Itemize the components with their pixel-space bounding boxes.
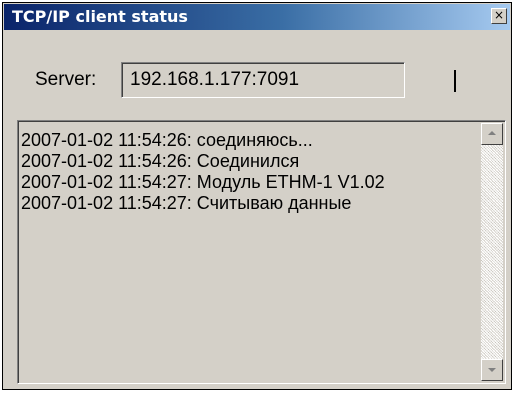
server-label: Server:: [35, 69, 97, 90]
scroll-up-button[interactable]: [481, 123, 503, 145]
vertical-scrollbar[interactable]: [481, 123, 503, 381]
tcpip-client-status-window: TCP/IP client status × Server: 192.168.1…: [2, 2, 512, 390]
log-line: 2007-01-02 11:54:27: Считываю данные: [21, 193, 352, 213]
scroll-down-button[interactable]: [481, 359, 503, 381]
window-title: TCP/IP client status: [12, 7, 188, 26]
up-arrow-icon: [488, 131, 496, 135]
text-cursor-icon: [454, 70, 456, 92]
status-log[interactable]: 2007-01-02 11:54:26: соединяюсь... 2007-…: [17, 120, 506, 384]
log-line: 2007-01-02 11:54:26: соединяюсь...: [21, 130, 313, 150]
down-arrow-icon: [488, 368, 496, 372]
log-line: 2007-01-02 11:54:26: Соединился: [21, 151, 300, 171]
close-button[interactable]: ×: [491, 8, 507, 24]
title-bar[interactable]: TCP/IP client status ×: [4, 4, 510, 30]
log-lines: 2007-01-02 11:54:26: соединяюсь... 2007-…: [21, 130, 479, 214]
close-icon: ×: [493, 8, 505, 22]
server-address-field[interactable]: 192.168.1.177:7091: [121, 62, 405, 98]
log-line: 2007-01-02 11:54:27: Модуль ETHM-1 V1.02: [21, 172, 385, 192]
